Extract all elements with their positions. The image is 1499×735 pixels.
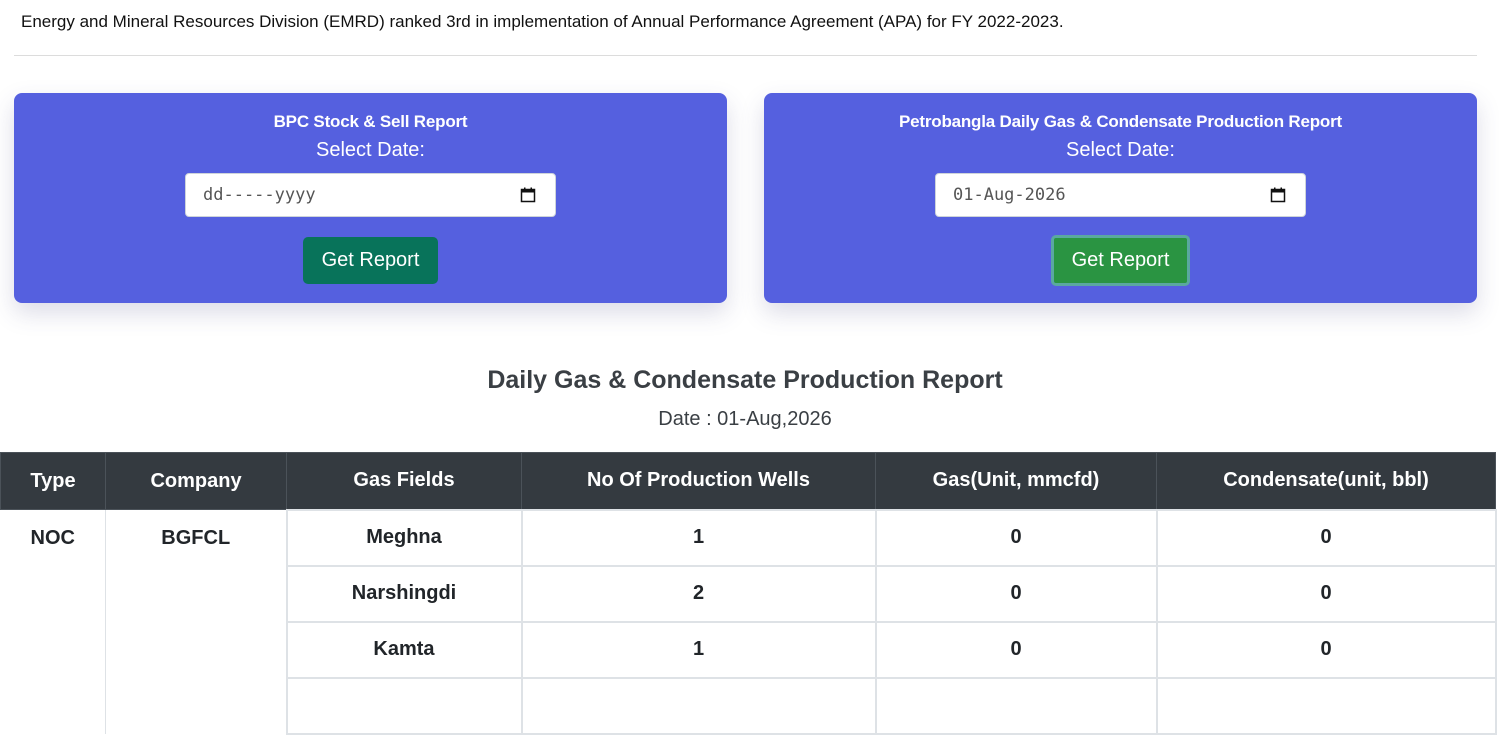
announcement-text: Energy and Mineral Resources Division (E…: [21, 12, 1064, 31]
condensate-cell: 0: [1155, 620, 1497, 679]
condensate-cell: [1155, 676, 1497, 735]
production-table: Type Company Gas Fields No Of Production…: [0, 452, 1497, 735]
bpc-date-input[interactable]: dd-----yyyy: [185, 173, 556, 217]
calendar-icon[interactable]: [520, 187, 536, 203]
gas-field-cell: Narshingdi: [285, 564, 523, 623]
gas-field-cell: Meghna: [285, 508, 523, 567]
type-cell: NOC: [0, 509, 106, 734]
condensate-cell: 0: [1155, 564, 1497, 623]
calendar-icon[interactable]: [1270, 187, 1286, 203]
header-company: Company: [105, 452, 287, 510]
gas-field-cell: Kamta: [285, 620, 523, 679]
header-condensate: Condensate(unit, bbl): [1156, 452, 1496, 510]
gas-cell: 0: [874, 564, 1158, 623]
company-cell: BGFCL: [105, 509, 287, 734]
gas-field-cell: [285, 676, 523, 735]
gas-cell: 0: [874, 508, 1158, 567]
report-title: Daily Gas & Condensate Production Report: [487, 366, 1003, 394]
select-date-label: Select Date:: [316, 139, 425, 161]
petrobangla-get-report-button[interactable]: Get Report: [1051, 235, 1190, 286]
header-type: Type: [0, 452, 106, 510]
wells-cell: [520, 676, 877, 735]
bpc-get-report-button[interactable]: Get Report: [303, 237, 438, 284]
petrobangla-date-input[interactable]: 01-Aug-2026: [935, 173, 1306, 217]
card-title: Petrobangla Daily Gas & Condensate Produ…: [898, 112, 1342, 131]
table-header-row: Type Company Gas Fields No Of Production…: [0, 452, 1496, 510]
date-value: 01-Aug-2026: [953, 185, 1066, 205]
condensate-cell: 0: [1155, 508, 1497, 567]
bpc-report-card: BPC Stock & Sell Report Select Date: dd-…: [14, 93, 727, 303]
table-row: NOC BGFCL Meghna 1 0 0: [0, 508, 1497, 734]
header-production-wells: No Of Production Wells: [521, 452, 876, 510]
divider: [14, 55, 1477, 56]
gas-cell: 0: [874, 620, 1158, 679]
gas-cell: [874, 676, 1158, 735]
report-date: Date : 01-Aug,2026: [658, 408, 832, 430]
wells-cell: 1: [520, 620, 877, 679]
wells-cell: 1: [520, 508, 877, 567]
select-date-label: Select Date:: [1066, 139, 1175, 161]
wells-cell: 2: [520, 564, 877, 623]
header-gas-fields: Gas Fields: [286, 452, 522, 510]
header-gas: Gas(Unit, mmcfd): [875, 452, 1157, 510]
card-title: BPC Stock & Sell Report: [273, 112, 468, 131]
petrobangla-report-card: Petrobangla Daily Gas & Condensate Produ…: [764, 93, 1477, 303]
date-value: dd-----yyyy: [203, 185, 316, 205]
